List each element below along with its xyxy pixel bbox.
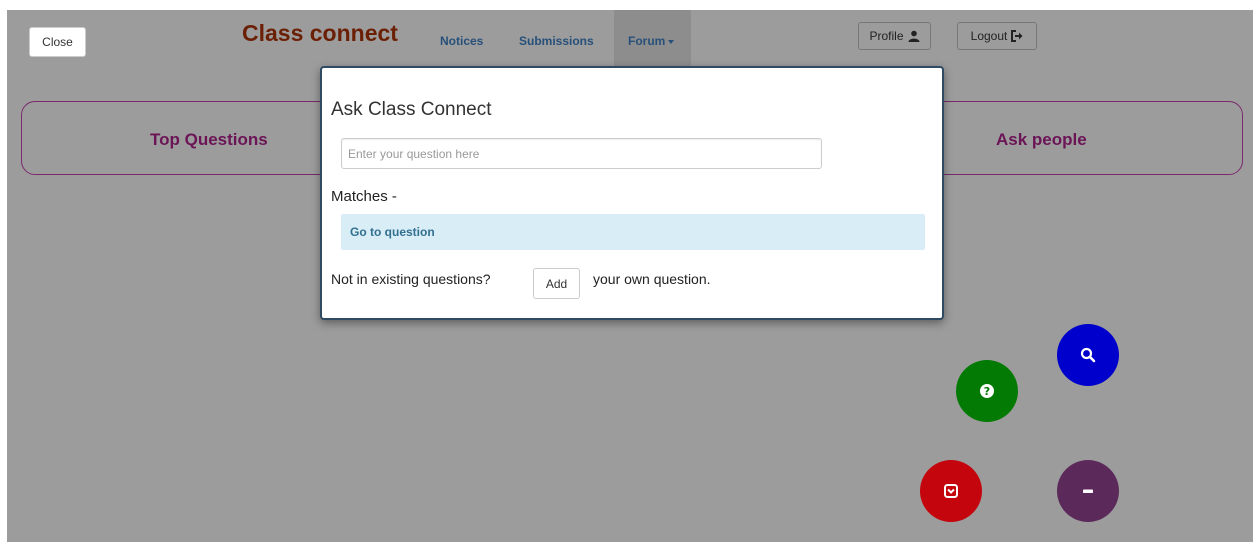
close-button[interactable]: Close	[29, 27, 86, 57]
add-question-button[interactable]: Add	[533, 268, 580, 299]
nav-link-notices[interactable]: Notices	[440, 34, 483, 48]
own-question-text: your own question.	[593, 271, 711, 287]
minus-icon	[1083, 489, 1093, 493]
tab-ask-people[interactable]: Ask people	[996, 130, 1087, 150]
minus-fab[interactable]	[1057, 460, 1119, 522]
question-input[interactable]	[341, 138, 822, 169]
match-item[interactable]: Go to question	[341, 214, 925, 250]
help-fab[interactable]: ?	[956, 360, 1018, 422]
logout-icon	[1011, 30, 1023, 42]
profile-label: Profile	[869, 29, 904, 43]
page-backdrop: Close Class connect Notices Submissions …	[7, 10, 1253, 542]
brand-title[interactable]: Class connect	[242, 20, 398, 47]
ask-modal: Ask Class Connect Matches - Go to questi…	[320, 66, 944, 320]
svg-text:?: ?	[984, 385, 990, 398]
logout-label: Logout	[970, 29, 1008, 43]
pocket-fab[interactable]	[920, 460, 982, 522]
chevron-down-icon	[668, 39, 675, 44]
logout-button[interactable]: Logout	[957, 22, 1037, 50]
tab-top-questions[interactable]: Top Questions	[150, 130, 268, 150]
question-icon: ?	[980, 384, 994, 398]
modal-title: Ask Class Connect	[331, 99, 492, 120]
nav-dropdown-forum[interactable]: Forum	[628, 34, 675, 48]
pocket-icon	[944, 484, 958, 498]
nav-forum-label: Forum	[628, 34, 666, 48]
matches-label: Matches -	[331, 188, 397, 205]
profile-button[interactable]: Profile	[858, 22, 931, 50]
not-found-prompt: Not in existing questions?	[331, 271, 491, 287]
nav-link-submissions[interactable]: Submissions	[519, 34, 594, 48]
search-icon	[1080, 347, 1096, 363]
search-fab[interactable]	[1057, 324, 1119, 386]
user-icon	[908, 30, 919, 42]
